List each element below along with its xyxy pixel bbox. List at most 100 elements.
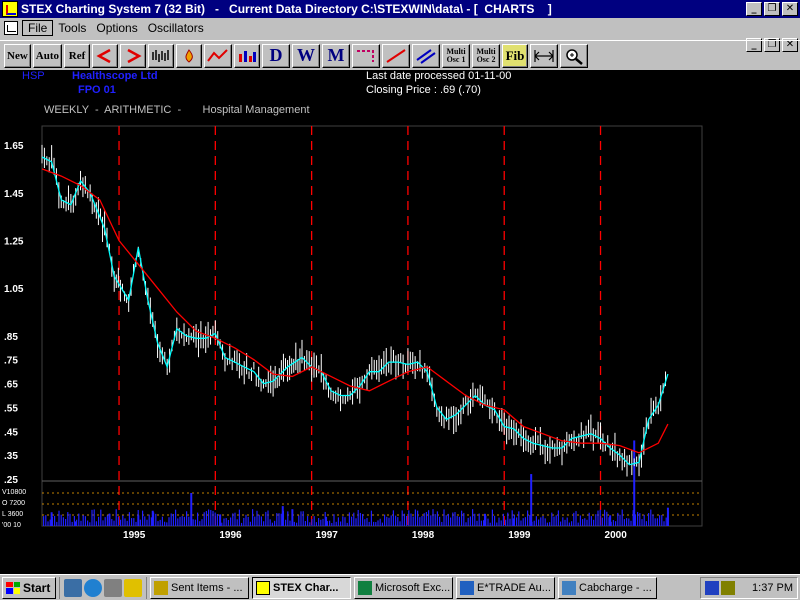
dashed-line-button[interactable] — [352, 43, 381, 68]
volume-bar — [225, 517, 227, 526]
daily-button[interactable]: D — [262, 43, 291, 68]
volume-bar — [564, 519, 566, 526]
volume-bar — [650, 509, 652, 526]
task-cabcharge[interactable]: Cabcharge - ... — [558, 576, 657, 599]
tray-network-icon[interactable] — [705, 581, 719, 595]
internet-explorer-icon[interactable] — [84, 578, 102, 597]
menu-oscillators[interactable]: Oscillators — [143, 21, 209, 35]
menu-tools[interactable]: Tools — [53, 21, 91, 35]
menu-options[interactable]: Options — [91, 21, 142, 35]
volume-tick-label: O 7200 — [2, 500, 25, 507]
horizontal-expand-icon — [534, 49, 554, 62]
volume-bar — [465, 522, 467, 526]
volume-bar — [489, 522, 491, 526]
volume-bar — [494, 515, 496, 526]
start-button[interactable]: Start — [2, 576, 56, 599]
volume-bar — [414, 509, 416, 526]
task-sent-items[interactable]: Sent Items - ... — [150, 576, 249, 599]
channel-button[interactable] — [412, 43, 441, 68]
volume-bar — [399, 521, 401, 526]
ref-button[interactable]: Ref — [64, 43, 91, 68]
volume-bar — [201, 519, 203, 526]
channel-icon[interactable] — [124, 578, 142, 597]
volume-bar — [445, 515, 447, 526]
fibonacci-button[interactable]: Fib — [502, 43, 529, 68]
volume-bar — [626, 518, 628, 526]
weekly-button[interactable]: W — [292, 43, 321, 68]
volume-bar — [337, 517, 339, 526]
red-line-icon — [207, 48, 228, 62]
document-icon[interactable] — [4, 21, 18, 35]
volume-bar — [617, 512, 619, 526]
price-bars-icon — [152, 49, 169, 62]
task-etrade[interactable]: E*TRADE Au... — [456, 576, 555, 599]
volume-bar — [553, 516, 555, 526]
volume-bar — [49, 519, 51, 526]
task-sent-items-label: Sent Items - ... — [171, 581, 243, 594]
volume-bar — [104, 517, 106, 526]
volume-bar — [623, 519, 625, 526]
volume-bar — [654, 518, 656, 526]
y-tick-label: .25 — [4, 475, 18, 486]
multi-osc-1-button[interactable]: Multi Osc 1 — [442, 43, 471, 68]
volume-bar — [344, 517, 346, 526]
task-stex-charting[interactable]: STEX Char... — [252, 576, 351, 599]
task-microsoft-excel[interactable]: Microsoft Exc... — [354, 576, 453, 599]
zoom-button[interactable] — [560, 43, 589, 68]
scroll-left-button[interactable] — [92, 43, 119, 68]
volume-bar — [476, 520, 478, 526]
volume-bar — [291, 522, 293, 526]
restore-button[interactable]: ❐ — [764, 2, 780, 16]
monthly-button[interactable]: M — [322, 43, 351, 68]
new-button[interactable]: New — [4, 43, 31, 68]
volume-bar — [439, 516, 441, 526]
volume-bar — [245, 514, 247, 526]
volume-bar — [166, 522, 168, 526]
auto-button[interactable]: Auto — [32, 43, 63, 68]
volume-bar — [113, 520, 115, 526]
volume-bar — [260, 516, 262, 526]
stex-app-icon[interactable] — [2, 1, 18, 17]
bar-chart-button[interactable] — [148, 43, 175, 68]
candle-button[interactable] — [176, 43, 203, 68]
volume-bar — [285, 519, 287, 526]
line-chart-button[interactable] — [204, 43, 233, 68]
volume-bar — [375, 522, 377, 526]
volume-bar — [241, 522, 243, 526]
y-tick-label: 1.45 — [4, 189, 24, 200]
volume-bar — [412, 516, 414, 526]
volume-bar — [610, 521, 612, 526]
expand-button[interactable] — [530, 43, 559, 68]
volume-bar — [549, 522, 551, 526]
volume-bar — [527, 510, 529, 526]
volume-bar — [421, 516, 423, 526]
volume-bar — [491, 509, 493, 526]
menu-file[interactable]: File — [22, 20, 54, 36]
desktop-icon[interactable] — [104, 578, 122, 597]
volume-bar — [282, 510, 284, 526]
close-button[interactable]: ✕ — [782, 2, 798, 16]
volume-bar — [236, 519, 238, 526]
volume-bar — [516, 517, 518, 526]
minimize-button[interactable]: _ — [746, 2, 762, 16]
multi-osc-2-button[interactable]: Multi Osc 2 — [472, 43, 501, 68]
volume-button[interactable] — [234, 43, 261, 68]
title-bar: STEX Charting System 7 (32 Bit) - Curren… — [0, 0, 800, 18]
volume-bar — [441, 521, 443, 526]
scroll-right-button[interactable] — [120, 43, 147, 68]
volume-bar — [263, 521, 265, 526]
volume-bar — [267, 510, 269, 526]
volume-bar — [485, 515, 487, 526]
chart-window[interactable]: HSP Healthscope Ltd FPO 01 Last date pro… — [0, 70, 800, 574]
tray-volume-icon[interactable] — [721, 581, 735, 595]
volume-bar — [106, 515, 108, 526]
browser-icon[interactable] — [64, 578, 82, 597]
window-title: STEX Charting System 7 (32 Bit) - Curren… — [21, 2, 552, 16]
volume-bar — [452, 512, 454, 526]
volume-bar — [307, 516, 309, 526]
trend-line-button[interactable] — [382, 43, 411, 68]
volume-bar — [571, 521, 573, 526]
volume-bar — [137, 510, 139, 526]
price-chart[interactable]: 1.65 1.45 1.25 1.05 .85 .75 .65 .55 .45 .35 .25 199… — [0, 70, 800, 574]
volume-bar — [313, 516, 315, 526]
